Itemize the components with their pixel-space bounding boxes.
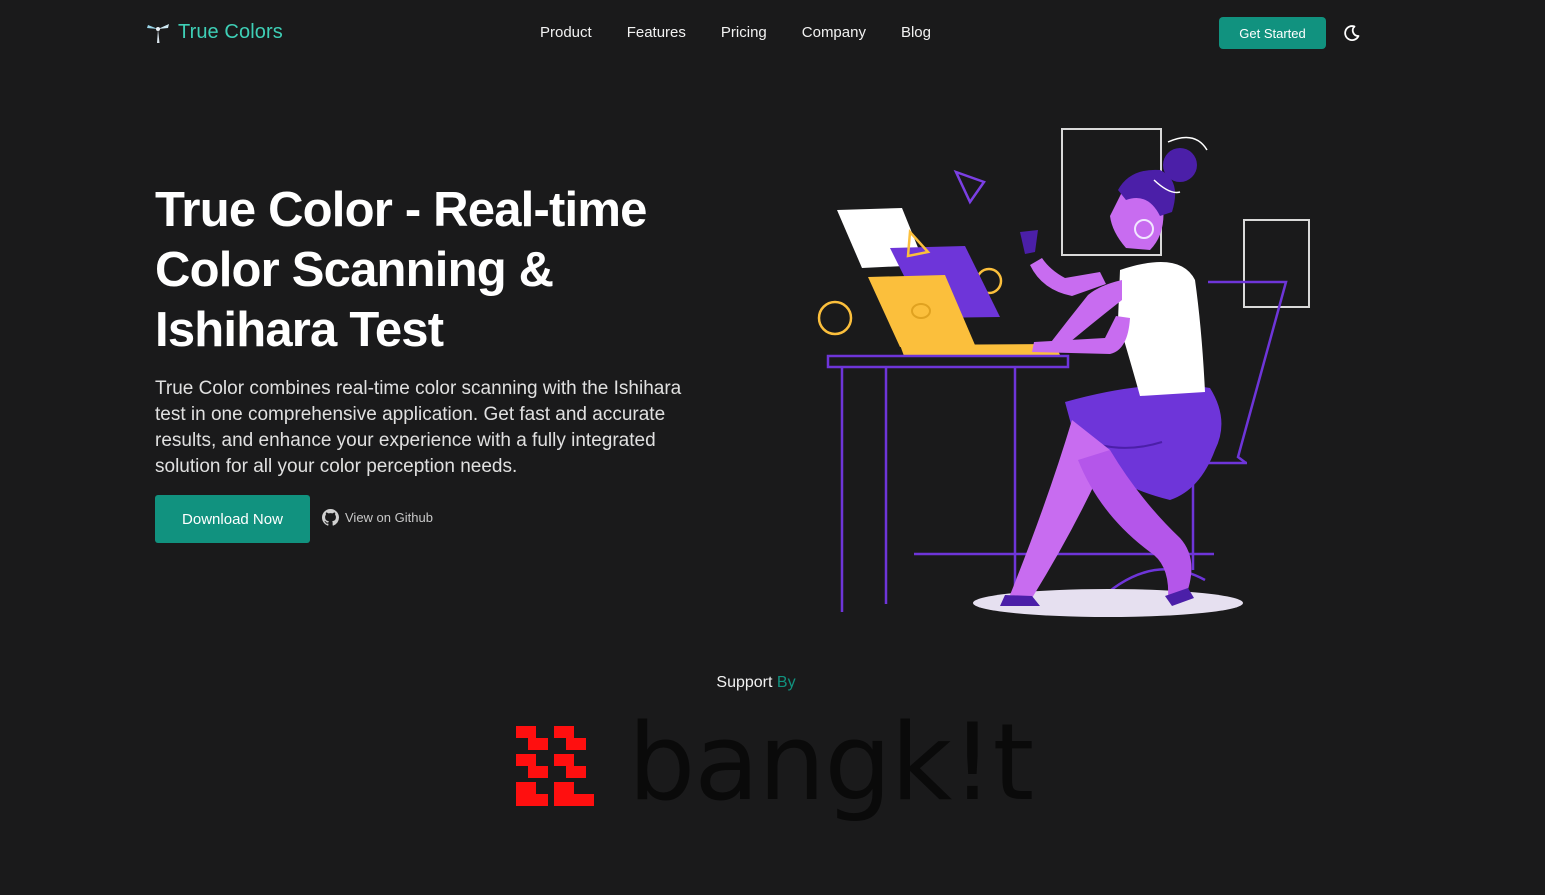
pinwheel-logo-icon [147,24,169,43]
moon-icon[interactable] [1343,24,1361,42]
main-menu: Product Features Pricing Company Blog [540,23,966,43]
nav-item-features[interactable]: Features [627,23,686,43]
bangkit-wordmark: bangk!t [628,701,1034,824]
nav-item-pricing[interactable]: Pricing [721,23,767,43]
github-icon [322,509,339,526]
support-accent: By [776,674,796,691]
hero-description: True Color combines real-time color scan… [155,378,682,477]
view-on-github-link[interactable]: View on Github [322,509,433,526]
nav-item-product[interactable]: Product [540,23,592,43]
top-navbar: True Colors Product Features Pricing Com… [0,0,1545,66]
download-now-button[interactable]: Download Now [155,495,310,543]
get-started-button[interactable]: Get Started [1219,17,1326,49]
bangkit-sponsor-logo[interactable]: bangk!t [512,701,1034,845]
support-prefix: Support [716,674,773,691]
nav-item-company[interactable]: Company [802,23,866,43]
brand-name: True Colors [178,20,283,43]
support-heading: Support By [0,674,1512,692]
github-link-label: View on Github [345,510,433,525]
woman-at-desk-illustration [817,128,1310,617]
brand[interactable]: True Colors [144,19,283,45]
nav-item-blog[interactable]: Blog [901,23,931,43]
hero-title: True Color - Real-time Color Scanning & … [155,183,647,357]
bangkit-mark-icon [516,726,594,806]
